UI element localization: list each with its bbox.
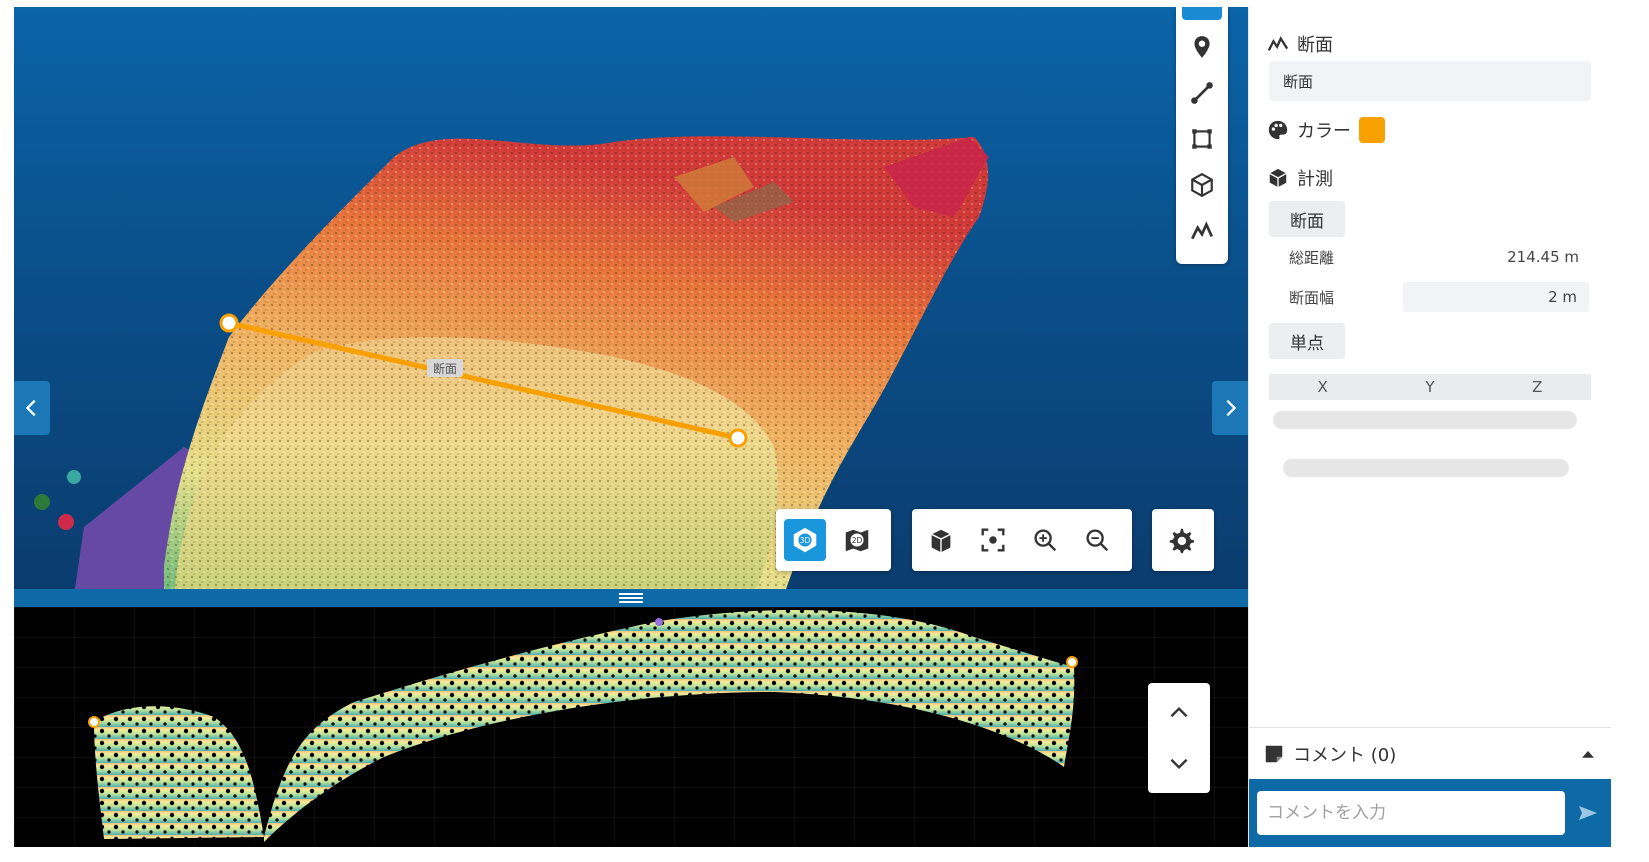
- focus-icon: [981, 528, 1005, 552]
- section-line-label: 断面: [433, 361, 457, 376]
- comments-toggle[interactable]: コメント (0): [1249, 727, 1611, 779]
- section-width-input[interactable]: 2 m: [1403, 282, 1589, 312]
- palette-icon: [1268, 120, 1288, 140]
- section-tool-button[interactable]: [1182, 211, 1222, 251]
- view-controls-group: [912, 509, 1132, 571]
- profile-start-marker: [88, 716, 100, 728]
- single-point-chip: 単点: [1269, 323, 1345, 359]
- comment-compose: [1249, 779, 1611, 847]
- mode-2d-text: 2D: [852, 536, 863, 545]
- chevron-down-icon: [1170, 758, 1188, 770]
- chevron-up-icon: [1170, 706, 1188, 718]
- color-label: カラー: [1297, 121, 1351, 142]
- color-header: カラー: [1267, 117, 1385, 143]
- volume-tool-icon: [1191, 172, 1213, 198]
- section-width-label: 断面幅: [1289, 288, 1335, 307]
- 2d-mode-icon: 2D: [845, 529, 869, 552]
- section-name-input[interactable]: [1269, 61, 1591, 101]
- area-tool-button[interactable]: [1182, 119, 1222, 159]
- view-splitter-handle[interactable]: [14, 589, 1248, 607]
- profile-up-button[interactable]: [1159, 698, 1199, 728]
- profile-end-marker: [1066, 656, 1078, 668]
- comment-input[interactable]: [1257, 791, 1566, 835]
- coord-x-header: X: [1317, 378, 1328, 396]
- chevron-right-icon: [1226, 399, 1237, 417]
- section-width-row: 断面幅 2 m: [1289, 282, 1589, 312]
- comment-note-icon: [1265, 745, 1283, 762]
- zoom-in-button[interactable]: [1024, 519, 1066, 561]
- profile-cursor-marker: [655, 618, 663, 626]
- section-icon: [1267, 36, 1289, 51]
- 3d-viewport[interactable]: 断面 3D 2D: [14, 7, 1248, 595]
- section-chip: 断面: [1269, 201, 1345, 237]
- section-header: 断面: [1267, 31, 1333, 57]
- zoom-out-button[interactable]: [1076, 519, 1118, 561]
- coordinate-table-header: X Y Z: [1269, 374, 1591, 400]
- measure-label: 計測: [1297, 169, 1333, 190]
- drag-handle-icon: [619, 593, 643, 603]
- mode-3d-button[interactable]: 3D: [784, 519, 826, 561]
- section-title: 断面: [1297, 35, 1333, 56]
- comments-title: コメント (0): [1293, 744, 1397, 766]
- line-tool-icon: [1191, 82, 1213, 104]
- send-comment-button[interactable]: [1573, 798, 1603, 828]
- cube-measure-icon: [1269, 168, 1287, 188]
- active-tool-indicator: [1182, 7, 1222, 20]
- mode-3d-text: 3D: [800, 536, 811, 545]
- pin-icon: [1194, 36, 1210, 58]
- color-swatch[interactable]: [1359, 117, 1385, 143]
- volume-tool-button[interactable]: [1182, 165, 1222, 205]
- zoom-out-icon: [1086, 529, 1109, 552]
- gear-icon: [1169, 528, 1195, 554]
- view-mode-group: 3D 2D: [776, 509, 891, 571]
- zoom-in-icon: [1034, 529, 1057, 552]
- chevron-left-icon: [25, 399, 36, 417]
- section-start-handle[interactable]: [219, 313, 239, 333]
- profile-down-button[interactable]: [1159, 748, 1199, 778]
- cube-view-button[interactable]: [920, 519, 962, 561]
- total-distance-label: 総距離: [1289, 248, 1335, 267]
- loading-placeholder: [1273, 411, 1577, 429]
- profile-nav-controls: [1148, 683, 1210, 793]
- 3d-mode-icon: 3D: [793, 527, 817, 553]
- next-arrow-button[interactable]: [1212, 381, 1248, 435]
- total-distance-value: 214.45 m: [1507, 248, 1579, 266]
- area-tool-icon: [1192, 129, 1212, 149]
- point-cloud-render[interactable]: 断面: [14, 7, 1248, 595]
- settings-group: [1152, 509, 1214, 571]
- section-tool-icon: [1191, 221, 1213, 240]
- prev-arrow-button[interactable]: [14, 381, 50, 435]
- section-profile-view[interactable]: [14, 607, 1248, 847]
- pin-tool-button[interactable]: [1182, 27, 1222, 67]
- total-distance-row: 総距離 214.45 m: [1289, 242, 1589, 272]
- cube-icon: [931, 529, 951, 553]
- coord-z-header: Z: [1532, 378, 1543, 396]
- profile-plot[interactable]: [14, 607, 1248, 847]
- settings-button[interactable]: [1160, 519, 1202, 561]
- fit-view-button[interactable]: [972, 519, 1014, 561]
- properties-panel: 断面 カラー 計測 断面 総距離 214.45 m 断面幅 2 m 単点 X Y…: [1248, 7, 1611, 847]
- mode-2d-button[interactable]: 2D: [836, 519, 878, 561]
- measure-header: 計測: [1267, 165, 1333, 191]
- send-icon: [1579, 806, 1598, 820]
- caret-up-icon: [1582, 750, 1594, 758]
- line-tool-button[interactable]: [1182, 73, 1222, 113]
- app-root: 断面 3D 2D 断面 断面 カラー 計測 断面 総距離 214.45 m 断面…: [0, 0, 1649, 862]
- section-end-handle[interactable]: [728, 428, 748, 448]
- loading-placeholder: [1283, 459, 1569, 477]
- coord-y-header: Y: [1425, 378, 1435, 396]
- measure-tool-rail: [1176, 7, 1228, 264]
